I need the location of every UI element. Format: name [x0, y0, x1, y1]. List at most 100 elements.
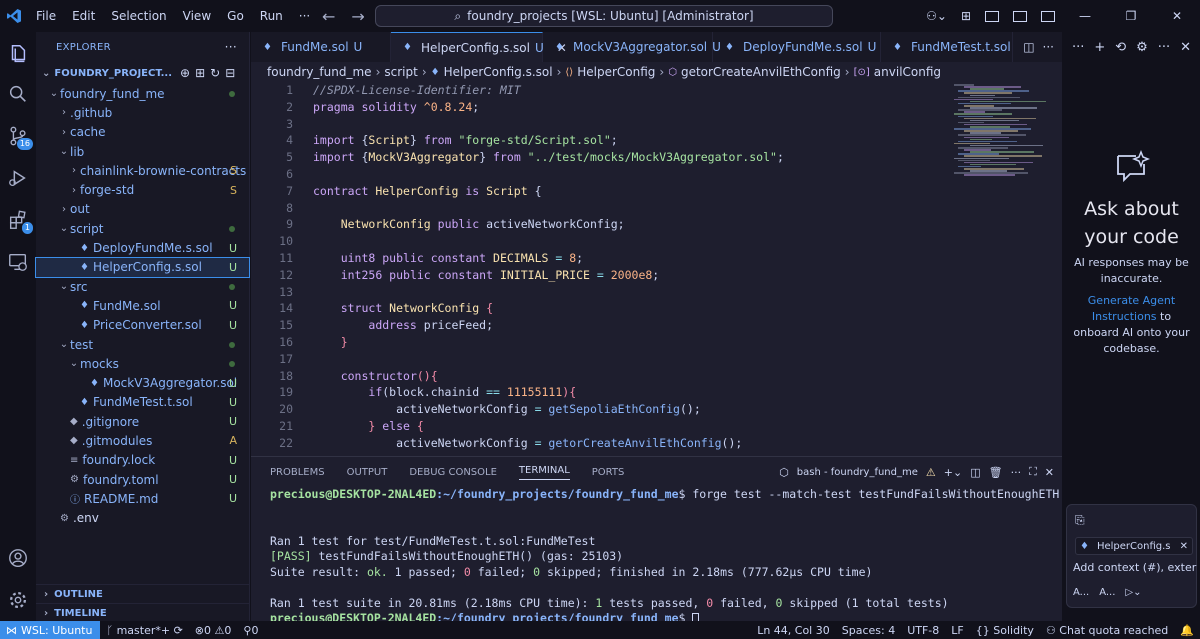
explorer-more-button[interactable]: ···	[225, 40, 237, 54]
explorer-icon[interactable]	[0, 34, 36, 74]
remove-chip-icon[interactable]: ✕	[1180, 541, 1192, 552]
panel-more-icon[interactable]: ···	[1011, 466, 1022, 479]
accounts-icon[interactable]	[0, 538, 36, 578]
split-editor-icon[interactable]: ◫	[1023, 40, 1034, 54]
explorer-actions[interactable]: ⊕⊞↻⊟	[180, 66, 240, 80]
editor-tab[interactable]: ♦ FundMeTest.t.sol	[881, 32, 1013, 62]
chat-settings-icon[interactable]: ⚙	[1136, 40, 1148, 55]
chat-close-icon[interactable]: ✕	[1180, 40, 1191, 55]
panel-tab-ports[interactable]: PORTS	[592, 467, 625, 478]
editor-tab[interactable]: ♦ FundMe.sol U	[251, 32, 391, 62]
kill-terminal-icon[interactable]: 🗑	[989, 466, 1003, 479]
project-root[interactable]: ⌄ FOUNDRY_PROJECT... ⊕⊞↻⊟	[36, 62, 249, 84]
source-control-icon[interactable]: 16	[0, 116, 36, 156]
breadcrumb-item[interactable]: HelperConfig.s.sol	[444, 65, 553, 79]
tree-item[interactable]: ⌄ test	[36, 335, 249, 354]
end-of-line[interactable]: LF	[945, 624, 969, 637]
chat-more-icon[interactable]: ···	[1072, 40, 1084, 55]
menu-item-0[interactable]: File	[28, 0, 64, 32]
chat-input-box[interactable]: ⎘ ♦ HelperConfig.s ✕ Add context (#), ex…	[1066, 504, 1197, 608]
customize-layout-icon[interactable]: ⊞	[954, 9, 978, 23]
tree-item[interactable]: ♦ PriceConverter.sol U	[36, 316, 249, 335]
run-debug-icon[interactable]	[0, 158, 36, 198]
tree-item[interactable]: ♦ FundMe.sol U	[36, 296, 249, 315]
remote-explorer-icon[interactable]	[0, 242, 36, 282]
toggle-sidebar-icon[interactable]	[978, 9, 1006, 23]
tree-item[interactable]: ⚙ .env	[36, 509, 249, 528]
tree-item[interactable]: ♦ DeployFundMe.s.sol U	[36, 238, 249, 257]
send-icon[interactable]: ▷⌄	[1125, 587, 1141, 598]
close-panel-icon[interactable]: ✕	[1045, 466, 1054, 479]
menu-item-6[interactable]: ···	[291, 0, 318, 32]
model-select[interactable]: A...	[1099, 587, 1115, 598]
outline-section[interactable]: › OUTLINE	[36, 584, 250, 604]
breadcrumb-item[interactable]: script	[384, 65, 417, 79]
tree-item[interactable]: › out	[36, 200, 249, 219]
editor-tab[interactable]: ♦ MockV3Aggregator.sol U	[543, 32, 721, 62]
context-chip[interactable]: ♦ HelperConfig.s ✕	[1075, 537, 1193, 555]
back-arrow-icon[interactable]: ←	[322, 7, 335, 26]
chat-history-icon[interactable]: ⟲	[1115, 40, 1126, 55]
command-center-search[interactable]: ⌕ foundry_projects [WSL: Ubuntu] [Admini…	[375, 5, 833, 27]
tree-item[interactable]: › forge-std S	[36, 180, 249, 199]
chat-more-icon-2[interactable]: ···	[1158, 40, 1170, 55]
tree-item[interactable]: ⓘ README.md U	[36, 489, 249, 508]
code-editor[interactable]: 1 2 3 4 5 6 7 8 9 10 11 12 13 14 15 16 17 18 19 20 21 22 //SP…	[251, 82, 1062, 456]
editor-tab[interactable]: ♦ DeployFundMe.s.sol U	[713, 32, 881, 62]
terminal-output[interactable]: precious@DESKTOP-2NAL4ED:~/foundry_proje…	[270, 487, 1059, 627]
agent-mode-select[interactable]: A...	[1073, 587, 1089, 598]
panel-tab-output[interactable]: OUTPUT	[347, 467, 388, 478]
tree-item[interactable]: › chainlink-brownie-contracts S	[36, 161, 249, 180]
problems-indicator[interactable]: ⊗0 ⚠0	[189, 624, 238, 637]
breadcrumb-item[interactable]: foundry_fund_me	[267, 65, 372, 79]
more-actions-icon[interactable]: ···	[1043, 40, 1054, 54]
chat-quota[interactable]: ⚇ Chat quota reached	[1040, 624, 1174, 637]
minimap[interactable]	[952, 82, 1048, 182]
panel-tab-terminal[interactable]: TERMINAL	[518, 465, 570, 480]
menu-item-4[interactable]: Go	[219, 0, 252, 32]
editor-tab[interactable]: ♦ HelperConfig.s.sol U ✕	[391, 32, 567, 62]
tree-item[interactable]: ♦ FundMeTest.t.sol U	[36, 393, 249, 412]
menu-item-1[interactable]: Edit	[64, 0, 103, 32]
indentation[interactable]: Spaces: 4	[836, 624, 901, 637]
notifications-icon[interactable]: 🔔	[1174, 624, 1200, 637]
language-mode[interactable]: {} Solidity	[970, 624, 1040, 637]
search-view-icon[interactable]	[0, 74, 36, 114]
tree-item[interactable]: ⚙ foundry.toml U	[36, 470, 249, 489]
tree-item[interactable]: ♦ MockV3Aggregator.sol U	[36, 373, 249, 392]
attach-icon[interactable]: ⎘	[1075, 513, 1085, 528]
encoding[interactable]: UTF-8	[901, 624, 945, 637]
ports-indicator[interactable]: ⚲0	[237, 624, 264, 637]
code-content[interactable]: //SPDX-License-Identifier: MIT pragma sol…	[313, 82, 784, 452]
remote-indicator[interactable]: ⋈ WSL: Ubuntu	[0, 621, 101, 639]
breadcrumb-item[interactable]: HelperConfig	[577, 65, 655, 79]
terminal-name[interactable]: bash - foundry_fund_me	[797, 467, 918, 478]
breadcrumb-item[interactable]: anvilConfig	[874, 65, 941, 79]
menu-item-2[interactable]: Selection	[103, 0, 174, 32]
tree-item[interactable]: ♦ HelperConfig.s.sol U	[35, 256, 250, 278]
tree-item[interactable]: ⌄ mocks	[36, 354, 249, 373]
panel-tab-problems[interactable]: PROBLEMS	[270, 467, 325, 478]
new-chat-icon[interactable]: +	[1094, 40, 1105, 55]
menu-item-5[interactable]: Run	[252, 0, 291, 32]
tree-item[interactable]: › cache	[36, 123, 249, 142]
tree-item[interactable]: ⌄ script	[36, 219, 249, 238]
breadcrumb-item[interactable]: getorCreateAnvilEthConfig	[681, 65, 841, 79]
toggle-secondary-sidebar-icon[interactable]	[1034, 9, 1062, 23]
forward-arrow-icon[interactable]: →	[351, 7, 364, 26]
new-terminal-icon[interactable]: +⌄	[944, 466, 962, 479]
close-window-button[interactable]: ✕	[1154, 9, 1200, 23]
maximize-panel-icon[interactable]: ⛶	[1029, 465, 1037, 479]
tree-item[interactable]: ⌄ src	[36, 277, 249, 296]
tree-item[interactable]: ⌄ lib	[36, 142, 249, 161]
menu-item-3[interactable]: View	[175, 0, 219, 32]
cursor-position[interactable]: Ln 44, Col 30	[751, 624, 836, 637]
tree-item[interactable]: ⌄ foundry_fund_me	[36, 84, 249, 103]
extensions-icon[interactable]: 1	[0, 200, 36, 240]
tree-item[interactable]: ◆ .gitmodules A	[36, 431, 249, 450]
copilot-icon[interactable]: ⚇⌄	[919, 9, 954, 23]
toggle-panel-icon[interactable]	[1006, 9, 1034, 23]
branch-indicator[interactable]: ᚴ master*+ ⟳	[100, 624, 188, 637]
manage-gear-icon[interactable]	[0, 580, 36, 620]
timeline-section[interactable]: › TIMELINE	[36, 603, 250, 623]
